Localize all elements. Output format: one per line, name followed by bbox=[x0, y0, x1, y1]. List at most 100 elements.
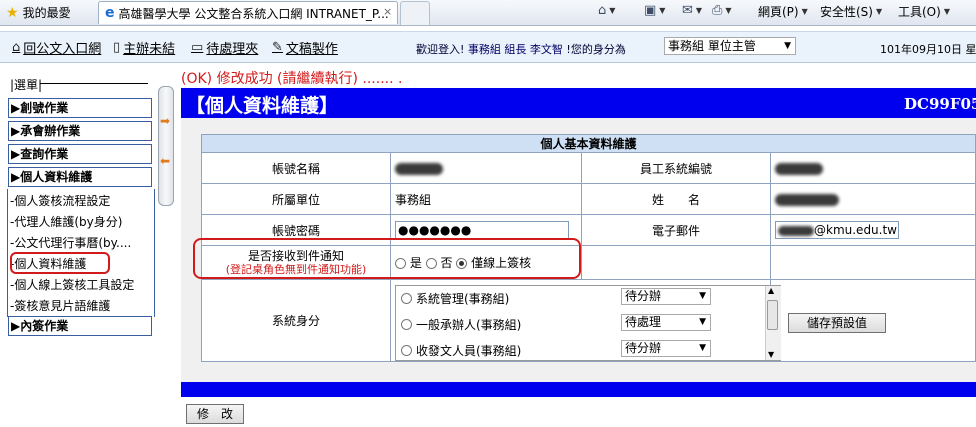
draft-label: 文稿製作 bbox=[285, 42, 338, 57]
department-value: 事務組 bbox=[390, 183, 582, 215]
mail-icon: ✉ bbox=[682, 3, 693, 18]
chevron-down-icon: ▼ bbox=[801, 7, 808, 16]
scrollbar-thumb[interactable] bbox=[767, 300, 778, 330]
sidebar-item-label: ▶個人資料維護 bbox=[11, 170, 93, 184]
empty-cell bbox=[581, 245, 771, 280]
masked-value bbox=[395, 162, 443, 175]
chevron-down-icon: ▼ bbox=[725, 6, 732, 15]
masked-value bbox=[775, 162, 823, 175]
role-status-value: 待處理 bbox=[625, 315, 662, 329]
role-status-value: 待分辦 bbox=[625, 341, 662, 355]
role-item[interactable]: 收發文人員(事務組) bbox=[401, 342, 521, 359]
sidebar-title: |選單| bbox=[10, 78, 43, 92]
scroll-up-icon[interactable]: ▲ bbox=[768, 286, 774, 295]
page-menu[interactable]: 網頁(P) ▼ bbox=[758, 3, 808, 20]
sidebar-item-create[interactable]: ▶創號作業 bbox=[8, 98, 152, 118]
masked-value bbox=[775, 193, 839, 206]
empty-cell bbox=[770, 245, 976, 280]
employee-id-label: 員工系統編號 bbox=[581, 152, 771, 184]
rss-icon: ▣ bbox=[644, 3, 657, 18]
role-radio[interactable] bbox=[401, 293, 412, 304]
page-code: DC99F05 bbox=[904, 95, 976, 113]
pending-folder-link[interactable]: ▭ 待處理夾 bbox=[191, 38, 258, 57]
print-button[interactable]: ⎙ ▼ bbox=[712, 3, 732, 18]
current-date: 101年09月10日 星期 bbox=[880, 43, 976, 56]
browser-tab-active[interactable]: e 高雄醫學大學 公文整合系統入口網 INTRANET_P... bbox=[98, 1, 398, 24]
sidebar-subitem-sign-tools[interactable]: -個人線上簽核工具設定 bbox=[10, 276, 134, 293]
highlight-box bbox=[193, 238, 581, 279]
role-radio[interactable] bbox=[401, 345, 412, 356]
email-domain: @kmu.edu.tw bbox=[814, 223, 897, 237]
tools-menu[interactable]: 工具(O) ▼ bbox=[898, 3, 950, 20]
favorites-label: 我的最愛 bbox=[22, 6, 71, 20]
sidebar-item-internal[interactable]: ▶內簽作業 bbox=[8, 316, 152, 336]
home-icon: ⌂ bbox=[598, 3, 607, 18]
role-item[interactable]: 系統管理(事務組) bbox=[401, 290, 509, 307]
portal-link[interactable]: ⌂ 回公文入口網 bbox=[12, 38, 101, 57]
identity-select[interactable]: 事務組 單位主管 ▼ bbox=[664, 37, 796, 55]
email-field[interactable]: @kmu.edu.tw bbox=[775, 221, 899, 239]
identity-prefix: !您的身分為 bbox=[566, 43, 626, 56]
sidebar-subitem-phrases[interactable]: -簽核意見片語維護 bbox=[10, 297, 110, 314]
sidebar-item-query[interactable]: ▶查詢作業 bbox=[8, 144, 152, 164]
role-status-select[interactable]: 待分辦 ▼ bbox=[621, 340, 711, 357]
draft-link[interactable]: ✎ 文稿製作 bbox=[272, 38, 338, 57]
email-cell: @kmu.edu.tw bbox=[770, 214, 976, 246]
email-label: 電子郵件 bbox=[581, 214, 771, 246]
role-status-select[interactable]: 待處理 ▼ bbox=[621, 314, 711, 331]
feeds-button[interactable]: ▣ ▼ bbox=[644, 3, 665, 18]
portal-link-label: 回公文入口網 bbox=[23, 42, 102, 57]
sidebar-item-label: ▶承會辦作業 bbox=[11, 124, 81, 138]
chevron-down-icon: ▼ bbox=[695, 6, 703, 15]
sidebar-splitter[interactable] bbox=[158, 86, 174, 206]
sidebar-item-label: ▶查詢作業 bbox=[11, 147, 69, 161]
identity-value: 事務組 單位主管 bbox=[668, 39, 756, 53]
new-tab-button[interactable] bbox=[400, 1, 430, 25]
status-message: (OK) 修改成功 (請繼續執行) ....... . bbox=[181, 71, 403, 87]
password-field[interactable]: ●●●●●●● bbox=[395, 221, 569, 239]
role-status-select[interactable]: 待分辦 ▼ bbox=[621, 288, 711, 305]
open-cases-link[interactable]: ▯ 主辦未結 bbox=[113, 38, 175, 57]
scroll-down-icon[interactable]: ▼ bbox=[768, 350, 774, 359]
page-menu-label: 網頁(P) bbox=[758, 5, 799, 19]
sidebar-subitem-signflow[interactable]: -個人簽核流程設定 bbox=[10, 192, 110, 209]
arrow-left-icon[interactable]: ⬅ bbox=[158, 154, 172, 168]
name-value bbox=[770, 183, 976, 215]
star-icon: ★ bbox=[6, 4, 19, 21]
role-name: 一般承辦人(事務組) bbox=[416, 318, 522, 332]
role-radio[interactable] bbox=[401, 319, 412, 330]
role-item[interactable]: 一般承辦人(事務組) bbox=[401, 316, 521, 333]
welcome-user: 事務組 組長 李文智 bbox=[467, 43, 563, 56]
sidebar-item-assist[interactable]: ▶承會辦作業 bbox=[8, 121, 152, 141]
chevron-down-icon: ▼ bbox=[784, 41, 791, 51]
bottom-bar bbox=[181, 382, 976, 397]
arrow-right-icon[interactable]: ➡ bbox=[158, 114, 172, 128]
table-header: 個人基本資料維護 bbox=[201, 134, 976, 153]
chevron-down-icon: ▼ bbox=[943, 7, 950, 16]
chevron-down-icon: ▼ bbox=[609, 6, 616, 15]
highlight-box bbox=[10, 252, 110, 274]
account-name-value bbox=[390, 152, 582, 184]
employee-id-value bbox=[770, 152, 976, 184]
pencil-icon: ✎ bbox=[272, 40, 283, 55]
modify-button[interactable]: 修 改 bbox=[186, 404, 244, 424]
sidebar-subitem-calendar[interactable]: -公文代理行事曆(by.... bbox=[10, 234, 131, 251]
safety-menu[interactable]: 安全性(S) ▼ bbox=[820, 3, 882, 20]
printer-icon: ⎙ bbox=[712, 3, 723, 18]
mail-button[interactable]: ✉ ▼ bbox=[682, 3, 702, 18]
role-name: 系統管理(事務組) bbox=[416, 292, 510, 306]
department-label: 所屬單位 bbox=[201, 183, 391, 215]
account-name-label: 帳號名稱 bbox=[201, 152, 391, 184]
chevron-down-icon: ▼ bbox=[699, 343, 706, 353]
favorites-button[interactable]: ★ 我的最愛 bbox=[6, 4, 71, 21]
tab-title: 高雄醫學大學 公文整合系統入口網 INTRANET_P... bbox=[118, 6, 389, 21]
save-default-button[interactable]: 儲存預設值 bbox=[788, 313, 886, 333]
sidebar-item-personal[interactable]: ▶個人資料維護 bbox=[8, 167, 152, 187]
sidebar-subitem-agent[interactable]: -代理人維護(by身分) bbox=[10, 213, 122, 230]
chevron-down-icon: ▼ bbox=[699, 291, 706, 301]
tools-menu-label: 工具(O) bbox=[898, 5, 941, 19]
welcome-text: 歡迎登入! 事務組 組長 李文智 !您的身分為 bbox=[416, 41, 626, 57]
home-button[interactable]: ⌂ ▼ bbox=[598, 3, 615, 18]
folder-icon: ▭ bbox=[191, 40, 204, 55]
tab-close-icon[interactable]: × bbox=[383, 5, 392, 18]
